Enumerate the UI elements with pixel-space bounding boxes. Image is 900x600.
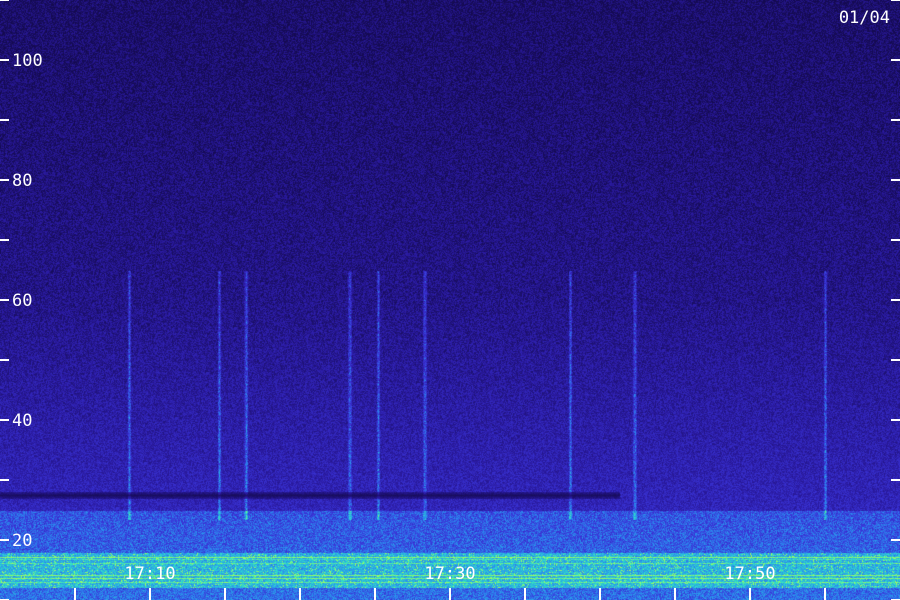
y-tick-label: 100 (12, 51, 43, 71)
y-axis-ticks: 100 80 60 40 20 (0, 0, 900, 600)
x-tick-label: 17:10 (124, 564, 175, 584)
chart-axes: 100 80 60 40 20 17:10 17:30 17:50 01/04 (0, 0, 900, 600)
y-tick-label: 80 (12, 171, 32, 191)
spectrogram-chart: 100 80 60 40 20 17:10 17:30 17:50 01/04 (0, 0, 900, 600)
x-tick-label: 17:50 (724, 564, 775, 584)
x-tick-label: 17:30 (424, 564, 475, 584)
y-tick-label: 60 (12, 291, 32, 311)
y-tick-label: 40 (12, 411, 32, 431)
y-tick-label: 20 (12, 531, 32, 551)
date-label: 01/04 (839, 8, 890, 28)
x-axis-ticks: 17:10 17:30 17:50 (74, 564, 826, 600)
